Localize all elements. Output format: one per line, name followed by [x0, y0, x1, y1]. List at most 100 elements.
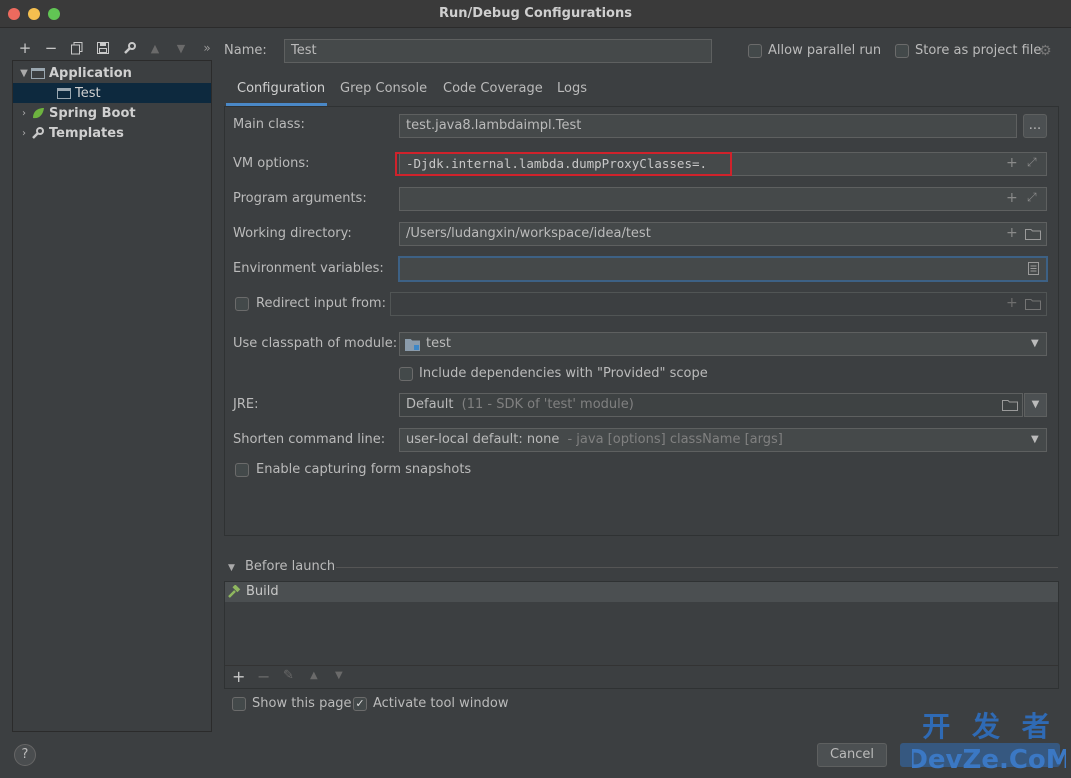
name-field[interactable]: Test: [284, 39, 712, 63]
program-arguments-label: Program arguments:: [233, 191, 367, 206]
show-page-checkbox[interactable]: [232, 697, 246, 711]
before-launch-item-label: Build: [246, 584, 279, 599]
tree-item-label: Spring Boot: [49, 105, 136, 121]
tree-item-application[interactable]: ▼ Application: [17, 63, 215, 83]
shorten-command-hint: - java [options] className [args]: [567, 432, 783, 447]
tree-item-label: Application: [49, 65, 132, 81]
document-icon[interactable]: [1028, 262, 1039, 279]
module-folder-icon: [405, 338, 420, 355]
classpath-module-value: test: [426, 336, 451, 351]
allow-parallel-checkbox[interactable]: [748, 44, 762, 58]
svg-text:开 发 者: 开 发 者: [922, 710, 1056, 743]
hammer-icon: [227, 584, 241, 603]
working-directory-field[interactable]: /Users/ludangxin/workspace/idea/test: [399, 222, 1047, 246]
divider: [225, 665, 1058, 666]
move-down-icon[interactable]: ▼: [335, 670, 343, 681]
tree-item-test[interactable]: Test: [13, 83, 211, 103]
redirect-input-checkbox[interactable]: [235, 297, 249, 311]
capture-snapshots-label: Enable capturing form snapshots: [256, 462, 472, 477]
tab-code-coverage[interactable]: Code Coverage: [443, 80, 543, 106]
chevron-right-icon[interactable]: ›: [17, 108, 31, 119]
application-icon: [57, 87, 71, 100]
save-icon[interactable]: [92, 38, 114, 58]
environment-variables-label: Environment variables:: [233, 261, 384, 276]
window-title: Run/Debug Configurations: [439, 6, 632, 21]
folder-icon[interactable]: [1025, 228, 1041, 244]
store-project-checkbox[interactable]: [895, 44, 909, 58]
watermark-logo: 开 发 者 DevZe.CoM: [906, 710, 1071, 775]
move-up-icon[interactable]: ▲: [144, 38, 166, 58]
wrench-icon: [31, 126, 45, 140]
vm-options-label: VM options:: [233, 156, 310, 171]
insert-macro-plus-icon[interactable]: +: [1006, 225, 1018, 241]
divider: [336, 567, 1058, 568]
environment-variables-field[interactable]: [398, 256, 1048, 282]
expand-icon[interactable]: ⤢: [1027, 155, 1037, 170]
shorten-command-select[interactable]: user-local default: none - java [options…: [399, 428, 1047, 452]
expand-plus-icon[interactable]: +: [1006, 190, 1018, 206]
shorten-command-value: user-local default: none: [406, 432, 560, 447]
tree-item-label: Templates: [49, 125, 124, 141]
include-dependencies-checkbox[interactable]: [399, 367, 413, 381]
svg-text:DevZe.CoM: DevZe.CoM: [912, 745, 1066, 772]
chevron-right-icon[interactable]: ›: [17, 128, 31, 139]
activate-tool-label: Activate tool window: [373, 696, 509, 711]
allow-parallel-label: Allow parallel run: [768, 43, 882, 58]
collapse-icon[interactable]: ▼: [228, 563, 235, 573]
classpath-module-select[interactable]: test: [399, 332, 1047, 356]
tab-logs[interactable]: Logs: [557, 80, 587, 106]
highlight-box: [395, 152, 732, 176]
main-class-field[interactable]: test.java8.lambdaimpl.Test: [399, 114, 1017, 138]
redirect-input-label: Redirect input from:: [256, 296, 386, 311]
chevron-down-icon[interactable]: ▼: [1031, 338, 1039, 349]
remove-icon[interactable]: −: [40, 38, 62, 58]
jre-hint: (11 - SDK of 'test' module): [461, 397, 634, 412]
move-down-icon[interactable]: ▼: [170, 38, 192, 58]
add-icon[interactable]: +: [14, 38, 36, 58]
copy-icon[interactable]: [66, 38, 88, 58]
configuration-tree: ▼ Application Test › Spring Boot › Templ…: [12, 60, 212, 732]
redirect-input-field[interactable]: [390, 292, 1047, 316]
name-label: Name:: [224, 43, 267, 58]
spring-boot-icon: [31, 107, 45, 120]
title-bar: Run/Debug Configurations: [0, 0, 1071, 28]
chevron-down-icon[interactable]: ▼: [1031, 434, 1039, 445]
edit-icon[interactable]: ✎: [283, 668, 294, 683]
working-directory-label: Working directory:: [233, 226, 352, 241]
tab-grep-console[interactable]: Grep Console: [340, 80, 427, 106]
jre-value: Default: [406, 397, 454, 412]
include-dependencies-label: Include dependencies with "Provided" sco…: [419, 366, 708, 381]
activate-tool-checkbox[interactable]: ✓: [353, 697, 367, 711]
main-class-label: Main class:: [233, 117, 305, 132]
expand-plus-icon[interactable]: +: [1006, 155, 1018, 171]
list-item[interactable]: [225, 582, 1058, 602]
cancel-button[interactable]: Cancel: [817, 743, 887, 767]
help-button[interactable]: ?: [14, 744, 36, 766]
folder-icon[interactable]: [1025, 298, 1041, 314]
insert-macro-plus-icon[interactable]: +: [1006, 295, 1018, 311]
classpath-module-label: Use classpath of module:: [233, 336, 398, 351]
application-icon: [31, 67, 45, 80]
gear-icon[interactable]: ⚙: [1039, 43, 1052, 59]
shorten-command-label: Shorten command line:: [233, 432, 386, 447]
program-arguments-field[interactable]: [399, 187, 1047, 211]
tree-item-label: Test: [75, 85, 101, 101]
move-up-icon[interactable]: ▲: [310, 670, 318, 681]
show-page-label: Show this page: [252, 696, 352, 711]
tree-item-templates[interactable]: › Templates: [17, 123, 215, 143]
more-icon[interactable]: »: [196, 38, 218, 58]
folder-icon[interactable]: [1002, 399, 1018, 415]
add-icon[interactable]: +: [232, 667, 245, 686]
expand-icon[interactable]: ⤢: [1027, 190, 1037, 205]
chevron-down-icon[interactable]: ▼: [17, 68, 31, 79]
jre-label: JRE:: [233, 397, 259, 412]
browse-button[interactable]: ...: [1023, 114, 1047, 138]
tab-configuration[interactable]: Configuration: [226, 80, 327, 106]
jre-dropdown-button[interactable]: ▼: [1024, 393, 1047, 417]
remove-icon[interactable]: −: [257, 667, 270, 686]
before-launch-title: Before launch: [245, 559, 336, 574]
jre-field[interactable]: Default (11 - SDK of 'test' module): [399, 393, 1023, 417]
wrench-icon[interactable]: [118, 38, 140, 58]
capture-snapshots-checkbox[interactable]: [235, 463, 249, 477]
tree-item-spring-boot[interactable]: › Spring Boot: [17, 103, 215, 123]
